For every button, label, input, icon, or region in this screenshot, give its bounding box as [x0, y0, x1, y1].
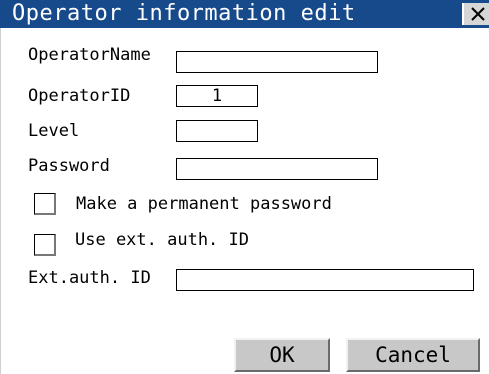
operator-id-field[interactable]: 1: [176, 85, 258, 107]
use-ext-auth-checkbox[interactable]: [34, 234, 56, 256]
operator-id-label: OperatorID: [28, 86, 131, 106]
level-field[interactable]: [176, 120, 258, 142]
cancel-button[interactable]: Cancel: [346, 338, 480, 372]
left-frame: [0, 28, 1, 374]
title-bar[interactable]: Operator information edit: [0, 0, 489, 28]
dialog-title: Operator information edit: [12, 1, 356, 26]
use-ext-auth-label: Use ext. auth. ID: [75, 230, 249, 250]
operator-name-field[interactable]: [176, 51, 378, 73]
level-label: Level: [28, 121, 80, 141]
password-field[interactable]: [176, 158, 378, 180]
operator-info-dialog: Operator information edit OperatorName O…: [0, 0, 489, 374]
ext-auth-id-field[interactable]: [176, 269, 474, 291]
ext-auth-id-label: Ext.auth. ID: [28, 268, 151, 288]
permanent-password-label: Make a permanent password: [76, 194, 332, 214]
operator-name-label: OperatorName: [28, 45, 151, 65]
permanent-password-checkbox[interactable]: [34, 193, 56, 215]
close-button[interactable]: [462, 3, 489, 25]
password-label: Password: [28, 156, 110, 176]
ok-button[interactable]: OK: [234, 338, 330, 372]
close-icon: [470, 7, 485, 21]
